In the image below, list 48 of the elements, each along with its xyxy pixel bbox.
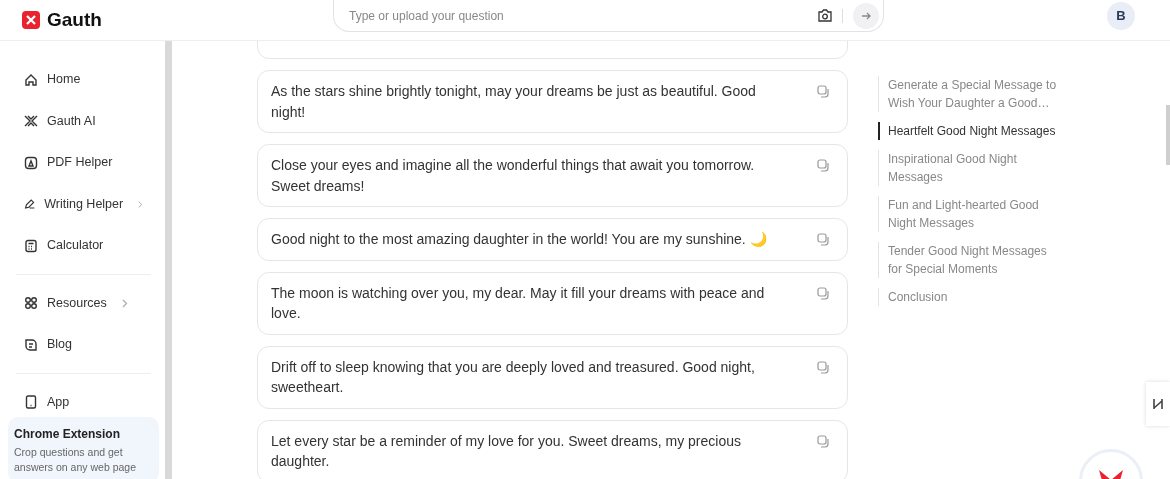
logo-icon (22, 11, 40, 29)
copy-icon[interactable] (817, 286, 830, 300)
camera-icon[interactable] (818, 9, 832, 22)
pen-icon (24, 197, 36, 212)
sidebar-item[interactable]: Blog (16, 324, 151, 366)
brand-name[interactable]: Gauth (47, 5, 102, 35)
message-text: Let every star be a reminder of my love for you. Sweet dreams, my precious daughter. (271, 432, 741, 469)
search-input[interactable]: Type or upload your question (347, 5, 818, 26)
copy-icon[interactable] (817, 85, 830, 98)
toc-link[interactable]: Generate a Special Message to Wish Your Daughter a Good… (878, 76, 1061, 112)
toc-link[interactable]: Tender Good Night Messages for Special Moments (878, 242, 1061, 278)
scrollbar[interactable] (165, 41, 172, 479)
side-tool-button[interactable] (1146, 382, 1170, 426)
scrollbar-thumb[interactable] (1166, 105, 1170, 165)
toc-link[interactable]: Conclusion (878, 288, 1061, 306)
toc-link[interactable]: Fun and Light-hearted Good Night Messages (878, 196, 1061, 232)
message-text: Good night to the most amazing daughter in the world! You are my sunshine. 🌙 (271, 231, 767, 247)
arrow-icon (860, 10, 872, 21)
ai-icon (24, 114, 38, 129)
toc-link[interactable]: Inspirational Good Night Messages (878, 150, 1061, 186)
promo-title: Chrome Extension (14, 426, 122, 443)
copy-icon[interactable] (817, 233, 830, 246)
message-text: Close your eyes and imagine all the wonderful things that await you tomorrow. Sweet dreams! (271, 157, 755, 194)
sidebar-item[interactable]: Writing Helper (16, 183, 151, 225)
sidebar-item[interactable]: Resources (16, 282, 151, 324)
message-text: As the stars shine brightly tonight, may your dreams be just as beautiful. Good night! (271, 83, 756, 120)
send-button[interactable] (853, 2, 879, 29)
message-text: The moon is watching over you, my dear. May it fill your dreams with peace and love. (271, 284, 765, 321)
user-avatar[interactable]: B (1107, 2, 1135, 30)
sidebar-item[interactable]: Gauth AI (16, 100, 151, 142)
search-field[interactable]: Type or upload your question (333, 0, 884, 32)
sidebar-item[interactable]: Home (16, 59, 151, 101)
copy-icon[interactable] (817, 434, 830, 448)
sidebar-item[interactable]: PDF Helper (16, 142, 151, 184)
home-icon (24, 72, 38, 87)
toc-link[interactable]: Heartfelt Good Night Messages (878, 122, 1061, 140)
phone-icon (24, 395, 38, 410)
grid-icon (24, 296, 38, 311)
calculator-icon (24, 238, 38, 253)
copy-icon[interactable] (817, 159, 830, 172)
document-icon (24, 155, 38, 170)
copy-icon[interactable] (817, 360, 830, 374)
tool-icon (1152, 396, 1164, 412)
blog-icon (24, 337, 38, 352)
promo-text: Crop questions and get answers on any web page (14, 445, 137, 475)
message-text: Drift off to sleep knowing that you are deeply loved and treasured. Good night, sweetheart. (271, 358, 755, 395)
promo-card[interactable]: Chrome Extension Crop questions and get answers on any web page (8, 417, 159, 479)
sidebar-item[interactable]: Calculator (16, 225, 151, 267)
